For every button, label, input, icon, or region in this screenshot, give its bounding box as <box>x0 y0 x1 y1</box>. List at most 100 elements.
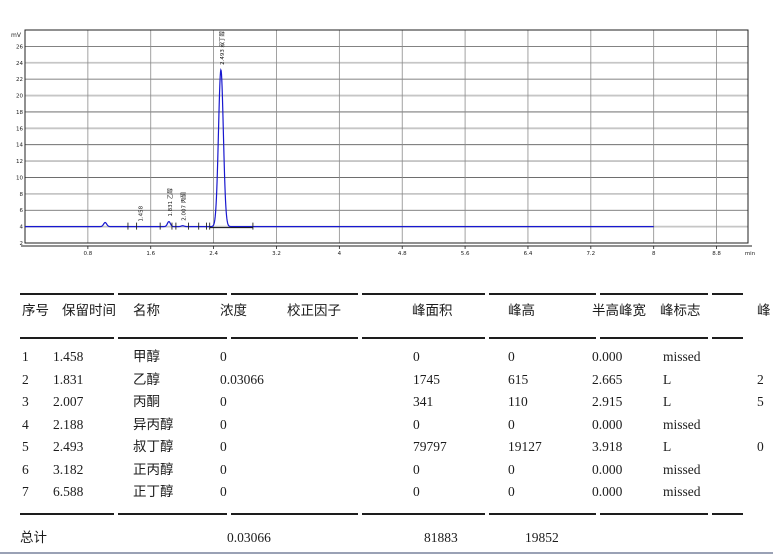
column-header-2: 保留时间 <box>62 303 116 318</box>
x-tick-label: 5.6 <box>461 251 470 257</box>
y-tick-label: 26 <box>16 44 23 50</box>
y-tick-label: 14 <box>16 143 23 149</box>
table-rule <box>600 337 708 339</box>
table-rule <box>362 337 485 339</box>
row3-col7: 110 <box>508 394 528 409</box>
table-rule <box>20 513 114 515</box>
total-peak-area: 81883 <box>424 530 458 545</box>
row4-col9: missed <box>663 417 701 432</box>
row4-col1: 4 <box>22 417 29 432</box>
row5-col10: 0 <box>757 439 770 454</box>
table-rule <box>118 337 227 339</box>
row4-col3: 异丙醇 <box>133 417 174 432</box>
row2-col10: 2 <box>757 372 770 387</box>
peak-label: 1.831 乙醇 <box>166 188 174 217</box>
row7-col4: 0 <box>220 484 227 499</box>
chromatogram-svg: 26242220181614121086420.81.62.43.244.85.… <box>0 0 773 270</box>
row4-col6: 0 <box>413 417 420 432</box>
row1-col6: 0 <box>413 349 420 364</box>
total-row-label: 总计 <box>20 530 47 545</box>
table-rule <box>489 293 596 295</box>
row5-col1: 5 <box>22 439 29 454</box>
table-rule <box>20 293 114 295</box>
row3-col4: 0 <box>220 394 227 409</box>
row7-col1: 7 <box>22 484 29 499</box>
table-rule <box>600 513 708 515</box>
row7-col8: 0.000 <box>592 484 622 499</box>
x-tick-label: 8.8 <box>712 251 721 257</box>
row6-col1: 6 <box>22 462 29 477</box>
row5-col4: 0 <box>220 439 227 454</box>
x-tick-label: 8 <box>652 251 656 257</box>
table-rule <box>118 513 227 515</box>
y-tick-label: 18 <box>16 110 23 116</box>
x-tick-label: 4.8 <box>398 251 407 257</box>
row2-col6: 1745 <box>413 372 440 387</box>
x-tick-label: 4 <box>338 251 342 257</box>
table-rule <box>712 337 743 339</box>
row7-col6: 0 <box>413 484 420 499</box>
x-tick-label: 2.4 <box>209 251 218 257</box>
column-header-6: 峰面积 <box>412 303 453 318</box>
table-rule <box>362 293 485 295</box>
y-tick-label: 20 <box>16 94 23 100</box>
row6-col6: 0 <box>413 462 420 477</box>
row5-col6: 79797 <box>413 439 447 454</box>
x-tick-label: 0.8 <box>83 251 92 257</box>
row2-col3: 乙醇 <box>133 372 160 387</box>
page-bottom-divider <box>0 552 773 554</box>
y-axis-unit: mV <box>11 32 22 39</box>
row2-col7: 615 <box>508 372 528 387</box>
row2-col1: 2 <box>22 372 29 387</box>
row1-col2: 1.458 <box>53 349 83 364</box>
row6-col3: 正丙醇 <box>133 462 174 477</box>
peak-label: 1.458 <box>139 205 145 221</box>
row1-col1: 1 <box>22 349 29 364</box>
row3-col8: 2.915 <box>592 394 622 409</box>
row2-col4: 0.03066 <box>220 372 264 387</box>
table-rule <box>600 293 708 295</box>
chromatography-report-page: 26242220181614121086420.81.62.43.244.85.… <box>0 0 773 556</box>
row7-col9: missed <box>663 484 701 499</box>
row5-col8: 3.918 <box>592 439 622 454</box>
row1-col4: 0 <box>220 349 227 364</box>
x-tick-label: 1.6 <box>146 251 155 257</box>
row4-col4: 0 <box>220 417 227 432</box>
row7-col3: 正丁醇 <box>133 484 174 499</box>
row2-col2: 1.831 <box>53 372 83 387</box>
row2-col9: L <box>663 372 671 387</box>
row2-col8: 2.665 <box>592 372 622 387</box>
total-concentration: 0.03066 <box>227 530 271 545</box>
peak-results-table: 总计 0.03066 81883 19852 序号保留时间名称浓度校正因子峰面积… <box>0 270 773 556</box>
table-rule <box>489 337 596 339</box>
table-rule <box>231 337 358 339</box>
column-header-1: 序号 <box>22 303 49 318</box>
row4-col8: 0.000 <box>592 417 622 432</box>
row1-col3: 甲醇 <box>133 349 160 364</box>
row6-col8: 0.000 <box>592 462 622 477</box>
x-tick-label: 7.2 <box>586 251 595 257</box>
y-tick-label: 6 <box>20 208 24 214</box>
y-tick-label: 8 <box>20 192 24 198</box>
column-header-7: 峰高 <box>508 303 535 318</box>
x-axis-unit: min <box>745 251 756 257</box>
row1-col9: missed <box>663 349 701 364</box>
row3-col3: 丙酮 <box>133 394 160 409</box>
row1-col8: 0.000 <box>592 349 622 364</box>
table-rule <box>489 513 596 515</box>
table-rule <box>712 513 743 515</box>
column-header-9: 峰标志 <box>660 303 701 318</box>
table-rule <box>231 293 358 295</box>
x-tick-label: 6.4 <box>524 251 533 257</box>
table-rule <box>231 513 358 515</box>
row3-col6: 341 <box>413 394 433 409</box>
row6-col7: 0 <box>508 462 515 477</box>
column-header-10: 峰 <box>757 303 770 318</box>
y-tick-label: 16 <box>16 126 23 132</box>
peak-label: 2.493 叔丁醇 <box>218 30 226 64</box>
row5-col3: 叔丁醇 <box>133 439 174 454</box>
x-tick-label: 3.2 <box>272 251 281 257</box>
row7-col2: 6.588 <box>53 484 83 499</box>
y-tick-label: 22 <box>16 77 23 83</box>
table-rule <box>118 293 227 295</box>
